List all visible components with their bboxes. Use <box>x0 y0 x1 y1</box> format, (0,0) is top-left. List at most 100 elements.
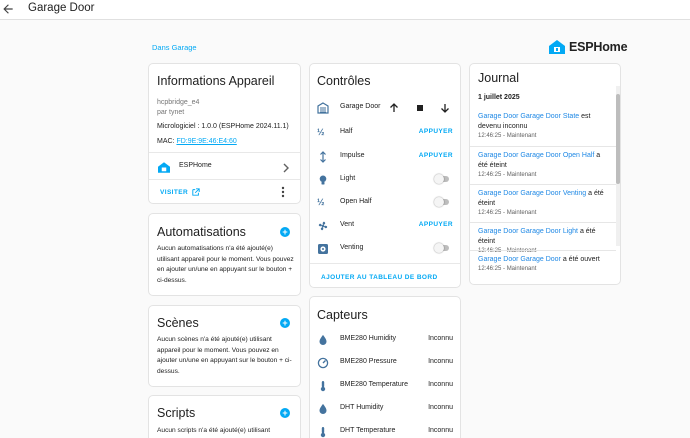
press-button-vent[interactable]: APPUYER <box>419 221 453 228</box>
page-title: Garage Door <box>28 2 95 14</box>
open-half-toggle-switch[interactable] <box>434 197 450 207</box>
more-vertical-icon[interactable] <box>281 185 285 198</box>
logbook-entity-link[interactable]: Garage Door Garage Door State <box>478 113 579 120</box>
chevron-right-icon <box>282 160 290 173</box>
divider <box>470 250 616 251</box>
automations-title: Automatisations <box>157 225 246 239</box>
thermometer-icon <box>317 425 329 438</box>
stop-icon[interactable] <box>414 101 426 113</box>
sensor-label: BME280 Humidity <box>340 335 397 342</box>
logbook-title: Journal <box>478 71 519 85</box>
control-row-garage-door: Garage Door <box>310 101 460 115</box>
mac-label: MAC: <box>157 138 177 145</box>
open-in-new-icon <box>192 188 200 196</box>
scripts-title: Scripts <box>157 406 196 420</box>
gauge-icon <box>317 356 329 369</box>
sensor-row[interactable]: DHT Humidity Inconnu <box>310 402 460 416</box>
logbook-entity-link[interactable]: Garage Door Garage Door Open Half <box>478 152 594 159</box>
divider <box>310 263 460 264</box>
sensor-value: Inconnu <box>428 381 453 388</box>
sensor-row[interactable]: BME280 Temperature Inconnu <box>310 379 460 393</box>
scrollbar-thumb[interactable] <box>616 94 620 184</box>
logbook-time: 12:46:25 - Maintenant <box>478 133 537 139</box>
arrow-up-icon[interactable] <box>388 101 400 113</box>
logbook-entity-link[interactable]: Garage Door Garage Door Venting <box>478 190 586 197</box>
add-scene-plus-icon[interactable]: + <box>280 318 290 328</box>
device-manufacturer: par tynet <box>157 109 185 116</box>
lightbulb-icon <box>317 173 329 185</box>
sensors-title: Capteurs <box>317 308 368 322</box>
sensor-value: Inconnu <box>428 427 453 434</box>
integration-row[interactable]: ESPHome <box>149 153 300 179</box>
sensor-row[interactable]: BME280 Humidity Inconnu <box>310 333 460 347</box>
control-label: Open Half <box>340 198 372 205</box>
device-info-card: Informations Appareil hcpbridge_e4 par t… <box>148 63 301 204</box>
light-toggle-switch[interactable] <box>434 174 450 184</box>
integration-label: ESPHome <box>179 162 212 169</box>
logbook-entry: Garage Door Garage Door a été ouvert 12:… <box>478 255 610 274</box>
sensor-row[interactable]: BME280 Pressure Inconnu <box>310 356 460 370</box>
sensor-label: BME280 Temperature <box>340 381 408 388</box>
scripts-empty-text: Aucun scripts n'a été ajouté(e) utilisan… <box>157 427 271 434</box>
area-link[interactable]: Dans Garage <box>152 43 197 52</box>
logbook-entity-link[interactable]: Garage Door Garage Door <box>478 256 561 263</box>
add-automation-plus-icon[interactable]: + <box>280 227 290 237</box>
esphome-integration-icon <box>158 160 170 173</box>
garage-icon <box>317 101 329 114</box>
add-to-dashboard-button[interactable]: AJOUTER AU TABLEAU DE BORD <box>321 274 438 281</box>
logbook-entry: Garage Door Garage Door Venting a été ét… <box>478 189 610 218</box>
sensor-row[interactable]: DHT Temperature Inconnu <box>310 425 460 438</box>
logbook-entry: Garage Door Garage Door Light a été étei… <box>478 227 610 256</box>
control-label: Impulse <box>340 152 365 159</box>
logbook-time: 12:46:25 - Maintenant <box>478 266 537 272</box>
esphome-wordmark: ESPHome <box>569 40 628 54</box>
arrow-left-icon[interactable] <box>1 2 15 16</box>
control-label: Vent <box>340 221 355 228</box>
control-label: Venting <box>340 244 364 251</box>
cover-controls <box>388 101 452 113</box>
arrow-down-icon[interactable] <box>439 101 451 113</box>
water-drop-icon <box>317 333 329 345</box>
controls-title: Contrôles <box>317 74 371 88</box>
arrow-vertical-icon <box>317 150 329 163</box>
divider <box>470 146 616 147</box>
mac-address-link[interactable]: FD:9E:9E:46:E4:60 <box>176 138 236 145</box>
water-drop-icon <box>317 402 329 414</box>
device-mac: MAC: FD:9E:9E:46:E4:60 <box>157 138 237 145</box>
sensor-label: BME280 Pressure <box>340 358 397 365</box>
esphome-house-icon <box>549 40 565 54</box>
controls-card: Contrôles Garage Door ½ Half APPUYER Imp… <box>309 63 461 288</box>
control-label: Half <box>340 128 353 135</box>
sensors-card: Capteurs BME280 Humidity Inconnu BME280 … <box>309 296 461 438</box>
sensor-value: Inconnu <box>428 404 453 411</box>
logbook-scrollbar[interactable] <box>616 86 620 246</box>
press-button-half[interactable]: APPUYER <box>419 128 453 135</box>
venting-toggle-switch[interactable] <box>434 243 450 253</box>
scenes-empty-text: Aucun scènes n'a été ajouté(e) utilisant… <box>157 336 292 375</box>
scenes-title: Scènes <box>157 316 199 330</box>
visit-label: VISITER <box>160 188 189 196</box>
logbook-entity-link[interactable]: Garage Door Garage Door Light <box>478 228 578 235</box>
automations-card: Automatisations + Aucun automatisations … <box>148 213 301 296</box>
device-firmware: Micrologiciel : 1.0.0 (ESPHome 2024.11.1… <box>157 123 289 130</box>
thermometer-icon <box>317 379 329 392</box>
press-button-impulse[interactable]: APPUYER <box>419 152 453 159</box>
half-icon: ½ <box>317 127 325 137</box>
device-model: hcpbridge_e4 <box>157 99 200 106</box>
device-info-title: Informations Appareil <box>157 74 275 88</box>
automations-empty-text: Aucun automatisations n'a été ajouté(e) … <box>157 245 294 284</box>
logbook-entry: Garage Door Garage Door State est devenu… <box>478 112 610 141</box>
control-row-vent: Vent APPUYER <box>310 219 460 233</box>
divider <box>149 179 300 180</box>
top-app-bar: Garage Door <box>0 0 690 20</box>
sensor-value: Inconnu <box>428 335 453 342</box>
control-row-half: ½ Half APPUYER <box>310 126 460 140</box>
fan-icon <box>317 219 329 231</box>
control-label[interactable]: Garage Door <box>340 103 380 110</box>
scripts-card: Scripts + Aucun scripts n'a été ajouté(e… <box>148 395 301 438</box>
vent-icon <box>317 242 329 254</box>
logbook-entry: Garage Door Garage Door Open Half a été … <box>478 151 610 180</box>
add-script-plus-icon[interactable]: + <box>280 408 290 418</box>
logbook-time: 12:46:25 - Maintenant <box>478 210 537 216</box>
visit-button[interactable]: VISITER <box>160 188 200 196</box>
